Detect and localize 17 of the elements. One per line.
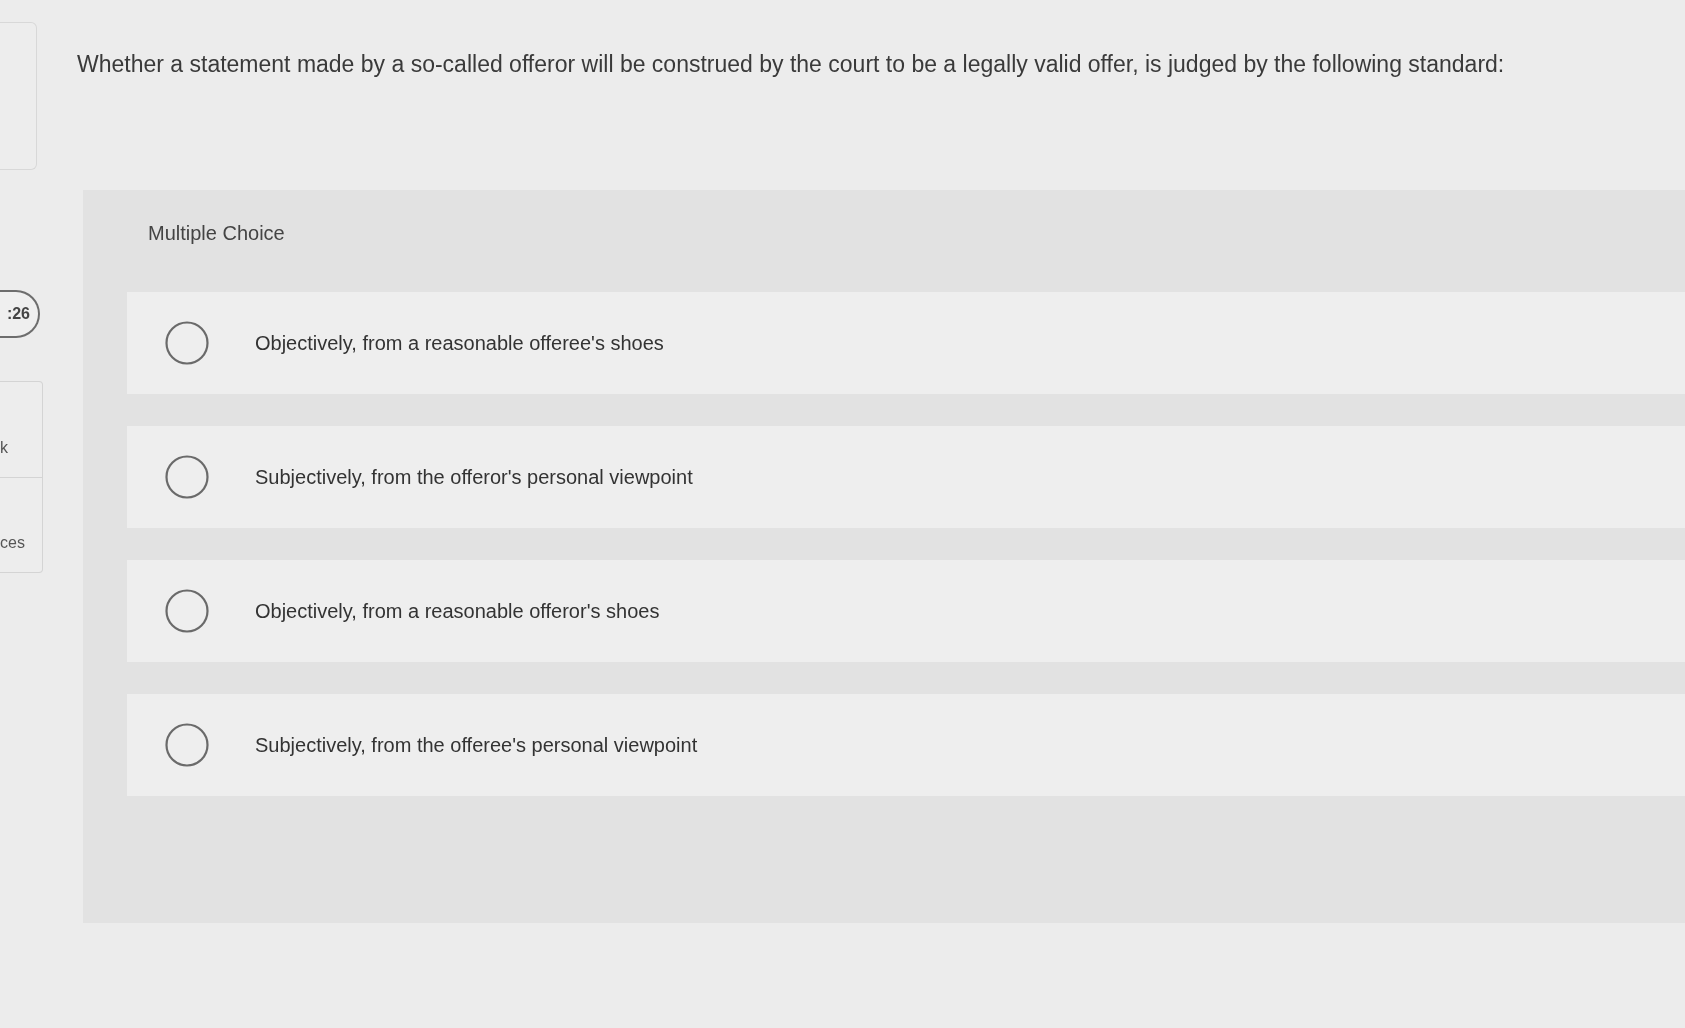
option-text: Objectively, from a reasonable offeree's shoes <box>255 331 664 355</box>
option-text: Subjectively, from the offeror's personal viewpoint <box>255 465 693 489</box>
answer-option[interactable]: Objectively, from a reasonable offeree's shoes <box>127 292 1685 394</box>
timer-pill: :26 <box>0 290 40 338</box>
answer-option[interactable]: Subjectively, from the offeree's personal viewpoint <box>127 694 1685 796</box>
radio-button[interactable] <box>165 321 209 365</box>
option-text: Objectively, from a reasonable offeror's shoes <box>255 599 660 623</box>
answer-option[interactable]: Objectively, from a reasonable offeror's shoes <box>127 560 1685 662</box>
sidebar-item[interactable]: k <box>0 382 42 477</box>
question-text: Whether a statement made by a so-called offeror will be construed by the court to be a legally valid offer, is judged by the following standard: <box>77 50 1506 78</box>
sidebar-item[interactable]: ces <box>0 477 42 572</box>
radio-button[interactable] <box>165 723 209 767</box>
option-text: Subjectively, from the offeree's personal viewpoint <box>255 733 698 757</box>
radio-button[interactable] <box>165 589 209 633</box>
radio-button[interactable] <box>165 455 209 499</box>
answer-option[interactable]: Subjectively, from the offeror's personal viewpoint <box>127 426 1685 528</box>
question-type-label: Multiple Choice <box>148 222 286 246</box>
